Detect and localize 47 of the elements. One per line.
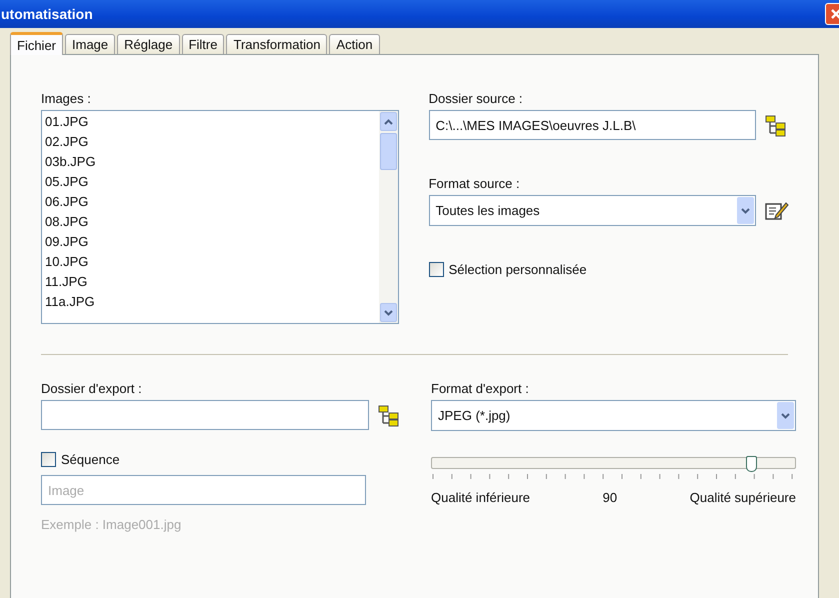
- window-title: utomatisation: [1, 6, 93, 22]
- tab[interactable]: Transformation: [226, 34, 328, 54]
- list-item[interactable]: 11.JPG: [45, 272, 376, 292]
- folder-tree-icon[interactable]: [764, 113, 788, 137]
- list-item[interactable]: 08.JPG: [45, 212, 376, 232]
- folder-tree-icon[interactable]: [377, 403, 401, 427]
- images-label: Images :: [41, 91, 92, 106]
- image-list[interactable]: 01.JPG 02.JPG 03b.JPG 05.JPG 06.JPG 08.JPG 09.JPG 10.JPG 11.JPG 11a.JPG: [41, 110, 399, 324]
- tab[interactable]: Filtre: [182, 34, 224, 54]
- chevron-down-icon: [781, 412, 790, 418]
- scroll-down-button[interactable]: [380, 303, 397, 322]
- list-item[interactable]: 03b.JPG: [45, 152, 376, 172]
- list-item[interactable]: 06.JPG: [45, 192, 376, 212]
- export-folder-field[interactable]: [41, 400, 369, 430]
- list-item[interactable]: 09.JPG: [45, 232, 376, 252]
- chevron-down-icon: [740, 208, 750, 214]
- slider-thumb[interactable]: [746, 456, 758, 472]
- source-folder-field[interactable]: C:\...\MES IMAGES\oeuvres J.L.B\: [428, 110, 756, 140]
- list-item[interactable]: 01.JPG: [45, 112, 376, 132]
- tab[interactable]: Image: [65, 34, 116, 54]
- low-quality-label: Qualité inférieure: [431, 490, 530, 505]
- export-format-label: Format d'export :: [431, 381, 530, 396]
- source-format-dropdown[interactable]: Toutes les images: [428, 195, 756, 226]
- list-item[interactable]: 10.JPG: [45, 252, 376, 272]
- tab[interactable]: Fichier: [10, 32, 64, 55]
- source-format-label: Format source :: [428, 176, 521, 191]
- export-folder-label: Dossier d'export :: [41, 381, 143, 396]
- source-folder-label: Dossier source :: [428, 91, 524, 106]
- scroll-thumb[interactable]: [380, 133, 397, 170]
- list-item[interactable]: 05.JPG: [45, 172, 376, 192]
- close-icon: [830, 8, 839, 20]
- checkbox-label: Séquence: [61, 452, 120, 467]
- tab[interactable]: Réglage: [117, 34, 180, 54]
- checkbox[interactable]: [41, 452, 56, 467]
- checkbox-label: Sélection personnalisée: [448, 262, 587, 277]
- quality-value: 90: [602, 490, 618, 505]
- high-quality-label: Qualité supérieure: [690, 490, 796, 505]
- export-format-dropdown[interactable]: JPEG (*.jpg): [431, 400, 796, 431]
- quality-slider[interactable]: [431, 457, 796, 480]
- sequence-name-field[interactable]: Image: [41, 475, 366, 505]
- example-text: Exemple : Image001.jpg: [41, 517, 182, 532]
- tab[interactable]: Action: [329, 34, 380, 54]
- list-item[interactable]: 02.JPG: [45, 132, 376, 152]
- scrollbar[interactable]: [378, 111, 398, 323]
- checkbox[interactable]: [428, 262, 444, 277]
- scroll-up-button[interactable]: [380, 112, 397, 131]
- list-item[interactable]: 11a.JPG: [45, 292, 376, 312]
